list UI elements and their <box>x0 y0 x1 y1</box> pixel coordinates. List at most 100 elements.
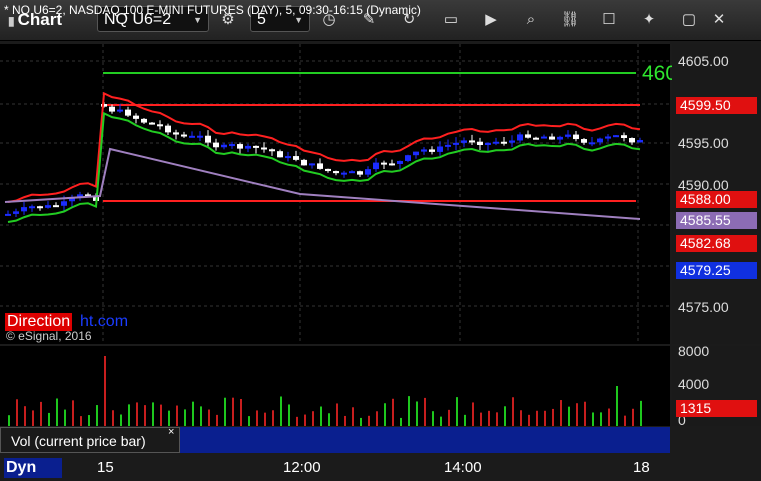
candle-body <box>629 138 635 143</box>
candle-body <box>549 136 555 140</box>
volume-bar <box>240 398 242 426</box>
candle-body <box>389 163 395 166</box>
candle-body <box>181 134 187 137</box>
candle-body <box>469 140 475 143</box>
close-icon[interactable]: ✕ <box>706 7 732 33</box>
volume-bar <box>616 386 618 426</box>
candle-body <box>525 134 531 138</box>
volume-bar <box>24 406 26 426</box>
play-icon[interactable]: ▶ <box>478 7 504 33</box>
candle-body <box>253 145 259 148</box>
time-label: 15 <box>97 459 114 476</box>
volume-study-label[interactable]: Vol (current price bar) <box>0 427 180 453</box>
price-chart[interactable] <box>0 44 670 344</box>
candle-body <box>325 168 331 172</box>
volume-bar <box>72 400 74 426</box>
volume-bar <box>480 412 482 426</box>
price-axis[interactable]: 4605.00 4595.00 4590.00 4575.00 4599.50 … <box>672 44 761 344</box>
volume-bar <box>640 400 642 426</box>
volume-bar <box>280 396 282 426</box>
volume-bar <box>224 397 226 426</box>
volume-bar <box>184 409 186 426</box>
candle-body <box>437 146 443 152</box>
volume-bar <box>528 414 530 426</box>
candle-body <box>277 151 283 158</box>
volume-bar <box>432 411 434 426</box>
link-icon[interactable]: ⛓ <box>557 7 583 33</box>
candle-body <box>637 140 643 143</box>
candle-body <box>261 147 267 150</box>
ticket-icon[interactable]: ▭ <box>438 7 464 33</box>
candle-body <box>237 144 243 149</box>
candle-body <box>365 169 371 175</box>
volume-bar <box>176 405 178 426</box>
window-restore-icon[interactable]: ▢ <box>676 7 702 33</box>
candle-body <box>589 142 595 145</box>
volume-bar <box>488 410 490 426</box>
twitter-icon[interactable]: ✦ <box>636 7 662 33</box>
price-label: 4575.00 <box>678 299 729 315</box>
candle-body <box>109 106 115 112</box>
candle-body <box>421 149 427 152</box>
candle-body <box>133 115 139 119</box>
price-chart-canvas <box>0 44 670 344</box>
candle-body <box>197 135 203 138</box>
volume-bar <box>568 406 570 426</box>
copyright-text: © eSignal, 2016 <box>6 329 92 343</box>
volume-bar <box>376 411 378 426</box>
volume-bar <box>40 401 42 426</box>
candle-body <box>509 140 515 143</box>
candle-body <box>477 141 483 145</box>
volume-bar <box>16 399 18 426</box>
candle-body <box>149 122 155 125</box>
price-label: 4605.00 <box>678 53 729 69</box>
candle-body <box>5 213 11 216</box>
candle-body <box>213 142 219 148</box>
volume-bar <box>632 408 634 426</box>
volume-bar <box>392 398 394 426</box>
search-icon[interactable]: ⌕ <box>518 7 544 33</box>
candle-body <box>45 205 51 208</box>
volume-bar <box>424 397 426 426</box>
chart-header: * NQ U6=2, NASDAQ 100 E-MINI FUTURES (DA… <box>4 3 421 17</box>
volume-bar <box>560 400 562 426</box>
volume-bar <box>208 409 210 426</box>
candle-body <box>189 135 195 138</box>
volume-bar <box>48 412 50 426</box>
candle-body <box>221 144 227 148</box>
candle-body <box>349 171 355 174</box>
candle-body <box>21 207 27 212</box>
volume-chart[interactable] <box>0 346 670 426</box>
candle-body <box>173 132 179 135</box>
price-label: 4595.00 <box>678 135 729 151</box>
comment-icon[interactable]: ☐ <box>596 7 622 33</box>
volume-bar <box>264 412 266 426</box>
dynamic-button[interactable]: Dyn <box>4 458 62 478</box>
candle-body <box>533 137 539 140</box>
volume-bar <box>232 397 234 426</box>
volume-bar <box>296 416 298 426</box>
time-axis[interactable]: 15 12:00 14:00 18 <box>0 455 761 481</box>
candle-body <box>573 134 579 140</box>
volume-bar <box>440 416 442 426</box>
candle-body <box>61 201 67 206</box>
candle-body <box>53 205 59 208</box>
volume-bar <box>256 410 258 426</box>
volume-bar <box>304 414 306 426</box>
candle-body <box>429 149 435 152</box>
candle-body <box>357 171 363 175</box>
candle-body <box>165 125 171 133</box>
volume-bar <box>624 415 626 426</box>
volume-bar <box>192 401 194 426</box>
volume-bar <box>216 414 218 426</box>
candle-body <box>157 124 163 127</box>
close-icon[interactable]: × <box>168 426 174 438</box>
candle-body <box>517 134 523 141</box>
candle-body <box>405 155 411 161</box>
volume-bar <box>272 410 274 426</box>
volume-bar <box>576 403 578 426</box>
volume-bar <box>496 412 498 426</box>
volume-bar <box>88 415 90 426</box>
volume-bar <box>136 402 138 426</box>
volume-bar <box>512 397 514 426</box>
